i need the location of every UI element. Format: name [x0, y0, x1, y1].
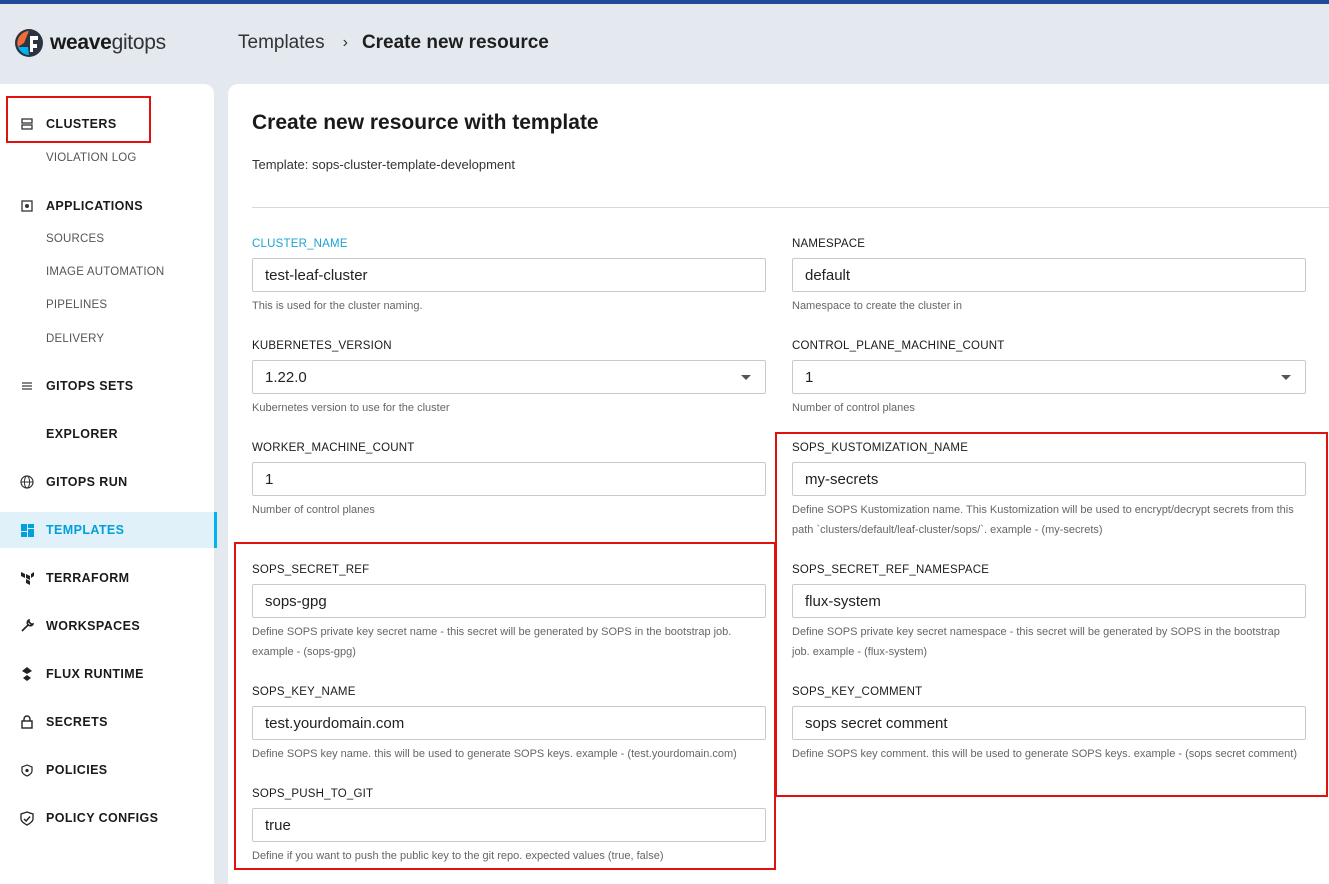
- sops-kustomization-name-input[interactable]: my-secrets: [792, 462, 1306, 496]
- control-plane-count-value: 1: [805, 369, 814, 386]
- sidebar-item-label: POLICY CONFIGS: [46, 811, 159, 825]
- sidebar-item-pipelines[interactable]: PIPELINES: [46, 299, 107, 311]
- chevron-down-icon: [741, 375, 751, 380]
- control-plane-count-select[interactable]: 1: [792, 360, 1306, 394]
- sops-secret-ref-namespace-help-1: Define SOPS private key secret namespace…: [792, 626, 1280, 638]
- sidebar-item-templates[interactable]: TEMPLATES: [0, 512, 217, 548]
- app-header: weavegitops Templates › Create new resou…: [0, 4, 1329, 84]
- sidebar-item-label: FLUX RUNTIME: [46, 667, 144, 681]
- sops-push-to-git-input[interactable]: true: [252, 808, 766, 842]
- sidebar-item-image-automation[interactable]: IMAGE AUTOMATION: [46, 266, 164, 278]
- chevron-right-icon: ›: [342, 34, 348, 51]
- cluster-name-help: This is used for the cluster naming.: [252, 300, 423, 312]
- sidebar-item-label: TERRAFORM: [46, 571, 130, 585]
- cluster-name-label: CLUSTER_NAME: [252, 238, 348, 250]
- sops-secret-ref-help-2: example - (sops-gpg): [252, 646, 356, 658]
- terraform-icon: [19, 570, 35, 586]
- sidebar-item-flux-runtime[interactable]: FLUX RUNTIME: [0, 664, 214, 684]
- control-plane-count-help: Number of control planes: [792, 402, 915, 414]
- shield-check-icon: [19, 810, 35, 826]
- namespace-help: Namespace to create the cluster in: [792, 300, 962, 312]
- divider: [252, 207, 1329, 208]
- sidebar-item-label: CLUSTERS: [46, 117, 117, 131]
- sops-kustomization-name-label: SOPS_KUSTOMIZATION_NAME: [792, 442, 969, 454]
- sidebar-item-explorer[interactable]: EXPLORER: [0, 424, 214, 444]
- sops-key-name-help: Define SOPS key name. this will be used …: [252, 748, 737, 760]
- sops-key-comment-input[interactable]: sops secret comment: [792, 706, 1306, 740]
- flux-icon: [19, 666, 35, 682]
- logo-wordmark: weavegitops: [50, 31, 166, 54]
- sops-secret-ref-namespace-help-2: job. example - (flux-system): [792, 646, 928, 658]
- policy-icon: [19, 762, 35, 778]
- sidebar-item-workspaces[interactable]: WORKSPACES: [0, 616, 214, 636]
- gitops-sets-icon: [19, 378, 35, 394]
- sops-push-to-git-help: Define if you want to push the public ke…: [252, 850, 664, 862]
- sidebar-item-label: POLICIES: [46, 763, 108, 777]
- chevron-down-icon: [1281, 375, 1291, 380]
- sidebar-item-terraform[interactable]: TERRAFORM: [0, 568, 214, 588]
- breadcrumb-templates-link[interactable]: Templates: [238, 32, 325, 54]
- sops-key-name-input[interactable]: test.yourdomain.com: [252, 706, 766, 740]
- sops-secret-ref-input[interactable]: sops-gpg: [252, 584, 766, 618]
- sidebar: CLUSTERS VIOLATION LOG APPLICATIONS SOUR…: [0, 84, 217, 884]
- breadcrumb: Templates › Create new resource: [238, 32, 549, 54]
- sidebar-item-applications[interactable]: APPLICATIONS: [0, 196, 214, 216]
- sidebar-item-delivery[interactable]: DELIVERY: [46, 333, 104, 345]
- control-plane-count-label: CONTROL_PLANE_MACHINE_COUNT: [792, 340, 1005, 352]
- sidebar-item-clusters[interactable]: CLUSTERS: [0, 114, 214, 134]
- page-title: Create new resource with template: [252, 111, 599, 134]
- sidebar-item-label: GITOPS SETS: [46, 379, 134, 393]
- namespace-input[interactable]: default: [792, 258, 1306, 292]
- breadcrumb-current: Create new resource: [361, 32, 549, 53]
- applications-icon: [19, 198, 35, 214]
- sops-kustomization-name-help-1: Define SOPS Kustomization name. This Kus…: [792, 504, 1294, 516]
- sidebar-item-policies[interactable]: POLICIES: [0, 760, 214, 780]
- sidebar-item-label: GITOPS RUN: [46, 475, 128, 489]
- kubernetes-version-label: KUBERNETES_VERSION: [252, 340, 392, 352]
- sops-key-comment-label: SOPS_KEY_COMMENT: [792, 686, 923, 698]
- sidebar-item-secrets[interactable]: SECRETS: [0, 712, 214, 732]
- sidebar-item-label: APPLICATIONS: [46, 199, 143, 213]
- templates-icon: [19, 522, 35, 538]
- kubernetes-version-select[interactable]: 1.22.0: [252, 360, 766, 394]
- sidebar-item-gitops-sets[interactable]: GITOPS SETS: [0, 376, 214, 396]
- sops-key-name-label: SOPS_KEY_NAME: [252, 686, 356, 698]
- worker-machine-count-input[interactable]: 1: [252, 462, 766, 496]
- wrench-icon: [19, 618, 35, 634]
- cluster-icon: [19, 116, 35, 132]
- sidebar-item-label: TEMPLATES: [46, 523, 125, 537]
- sops-secret-ref-help-1: Define SOPS private key secret name - th…: [252, 626, 732, 638]
- lock-icon: [19, 714, 35, 730]
- weave-gitops-logo-icon: [15, 29, 43, 57]
- worker-machine-count-label: WORKER_MACHINE_COUNT: [252, 442, 415, 454]
- main-content: Create new resource with template Templa…: [228, 84, 1329, 884]
- sops-push-to-git-label: SOPS_PUSH_TO_GIT: [252, 788, 374, 800]
- sidebar-item-gitops-run[interactable]: GITOPS RUN: [0, 472, 214, 492]
- sidebar-item-label: WORKSPACES: [46, 619, 141, 633]
- template-name: Template: sops-cluster-template-developm…: [252, 157, 516, 172]
- cluster-name-input[interactable]: test-leaf-cluster: [252, 258, 766, 292]
- globe-icon: [19, 474, 35, 490]
- sops-secret-ref-namespace-input[interactable]: flux-system: [792, 584, 1306, 618]
- sidebar-item-label: SECRETS: [46, 715, 108, 729]
- kubernetes-version-help: Kubernetes version to use for the cluste…: [252, 402, 450, 414]
- sops-secret-ref-namespace-label: SOPS_SECRET_REF_NAMESPACE: [792, 564, 990, 576]
- worker-machine-count-help: Number of control planes: [252, 504, 375, 516]
- sidebar-item-policy-configs[interactable]: POLICY CONFIGS: [0, 808, 214, 828]
- sops-key-comment-help: Define SOPS key comment. this will be us…: [792, 748, 1297, 760]
- sops-secret-ref-label: SOPS_SECRET_REF: [252, 564, 370, 576]
- weave-gitops-logo[interactable]: weavegitops: [14, 28, 166, 58]
- sidebar-item-violation-log[interactable]: VIOLATION LOG: [46, 152, 137, 164]
- sidebar-item-sources[interactable]: SOURCES: [46, 233, 104, 245]
- namespace-label: NAMESPACE: [792, 238, 866, 250]
- sops-kustomization-name-help-2: path `clusters/default/leaf-cluster/sops…: [792, 524, 1103, 536]
- kubernetes-version-value: 1.22.0: [265, 369, 307, 386]
- sidebar-item-label: EXPLORER: [46, 427, 118, 441]
